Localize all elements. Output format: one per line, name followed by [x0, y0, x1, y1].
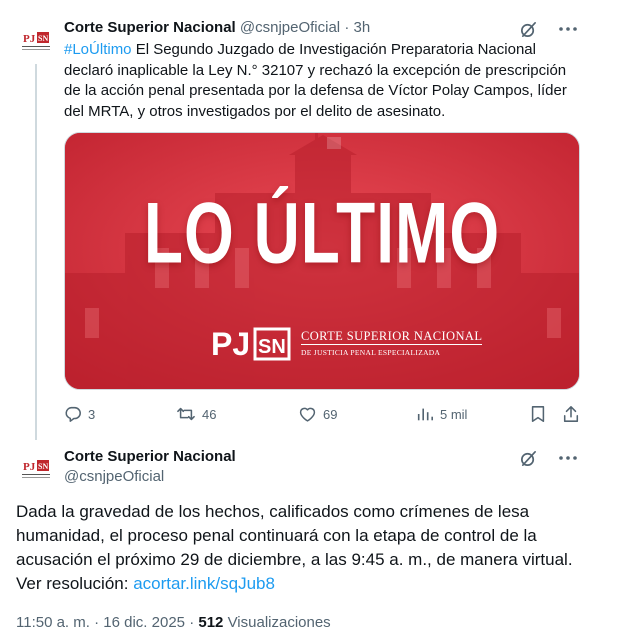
- repost-icon: [177, 407, 195, 421]
- tweet-text: #LoÚltimo El Segundo Juzgado de Investig…: [64, 40, 584, 122]
- timestamp[interactable]: 3h: [353, 19, 370, 36]
- like-count: 69: [323, 406, 338, 422]
- svg-text:SN: SN: [38, 462, 48, 471]
- more-icon[interactable]: [558, 19, 578, 39]
- views-count: 5 mil: [440, 406, 468, 422]
- media-headline: LO ÚLTIMO: [143, 184, 501, 282]
- media-logo: PJ SN CORTE SUPERIOR NACIONAL DE JUSTICI…: [211, 325, 483, 363]
- repost-count: 46: [202, 406, 217, 422]
- timeline: PJ SN Corte Superior Nacional @csnjpeOfi…: [0, 0, 622, 631]
- tweet-header-actions: [518, 19, 578, 39]
- svg-text:PJ: PJ: [23, 33, 36, 45]
- reply-button[interactable]: 3: [64, 402, 95, 426]
- tweet-meta: 11:50 a. m. · 16 dic. 2025 · 512 Visuali…: [16, 613, 331, 633]
- separator: ·: [94, 614, 100, 631]
- resolution-link[interactable]: acortar.link/sqJub8: [133, 574, 275, 593]
- author-handle[interactable]: @csnjpeOficial: [240, 19, 340, 36]
- tweet-media-image[interactable]: LO ÚLTIMO PJ SN CORTE SUPERIOR NACIONAL …: [64, 132, 580, 390]
- more-icon[interactable]: [558, 448, 578, 468]
- author-name[interactable]: Corte Superior Nacional: [64, 19, 236, 36]
- views-label: Visualizaciones: [227, 614, 331, 631]
- like-icon: [299, 407, 316, 422]
- svg-text:SN: SN: [38, 34, 48, 43]
- author-handle[interactable]: @csnjpeOficial: [64, 467, 164, 487]
- grok-icon[interactable]: [518, 448, 538, 468]
- bookmark-icon: [531, 406, 545, 422]
- reply-count: 3: [88, 406, 96, 422]
- pjsn-logo-icon: PJ SN: [211, 326, 291, 362]
- post-date[interactable]: 16 dic. 2025: [103, 614, 185, 631]
- separator: ·: [344, 19, 350, 36]
- avatar[interactable]: PJ SN: [16, 22, 56, 62]
- svg-text:PJ: PJ: [211, 326, 250, 362]
- tweet-body: Dada la gravedad de los hechos, califica…: [16, 502, 573, 593]
- like-button[interactable]: 69: [298, 402, 337, 426]
- separator: ·: [189, 614, 195, 631]
- logo-line-2: DE JUSTICIA PENAL ESPECIALIZADA: [301, 343, 483, 359]
- reply-icon: [65, 406, 81, 422]
- svg-text:PJ: PJ: [23, 461, 36, 473]
- author-name[interactable]: Corte Superior Nacional: [64, 447, 236, 467]
- post-time[interactable]: 11:50 a. m.: [16, 614, 90, 631]
- repost-button[interactable]: 46: [176, 402, 216, 426]
- tweet-header: Corte Superior Nacional @csnjpeOficial ·…: [64, 18, 370, 38]
- logo-line-1: CORTE SUPERIOR NACIONAL: [301, 328, 483, 343]
- hashtag-link[interactable]: #LoÚltimo: [64, 41, 132, 58]
- views-button[interactable]: 5 mil: [416, 402, 467, 426]
- tweet-text: Dada la gravedad de los hechos, califica…: [16, 500, 576, 596]
- tweet-header-actions: [518, 448, 578, 468]
- avatar[interactable]: PJ SN: [16, 450, 56, 490]
- share-button[interactable]: [562, 402, 580, 426]
- tweet-actions: 3 46 69 5 mil: [64, 402, 584, 426]
- views-icon: [417, 408, 434, 421]
- bookmark-button[interactable]: [530, 402, 546, 426]
- tweet-body: El Segundo Juzgado de Investigación Prep…: [64, 41, 567, 120]
- views-total: 512: [198, 614, 224, 631]
- thread-line: [35, 64, 37, 440]
- share-icon: [563, 406, 579, 422]
- grok-icon[interactable]: [518, 19, 538, 39]
- svg-text:SN: SN: [258, 336, 286, 358]
- logo-text: CORTE SUPERIOR NACIONAL DE JUSTICIA PENA…: [301, 328, 483, 359]
